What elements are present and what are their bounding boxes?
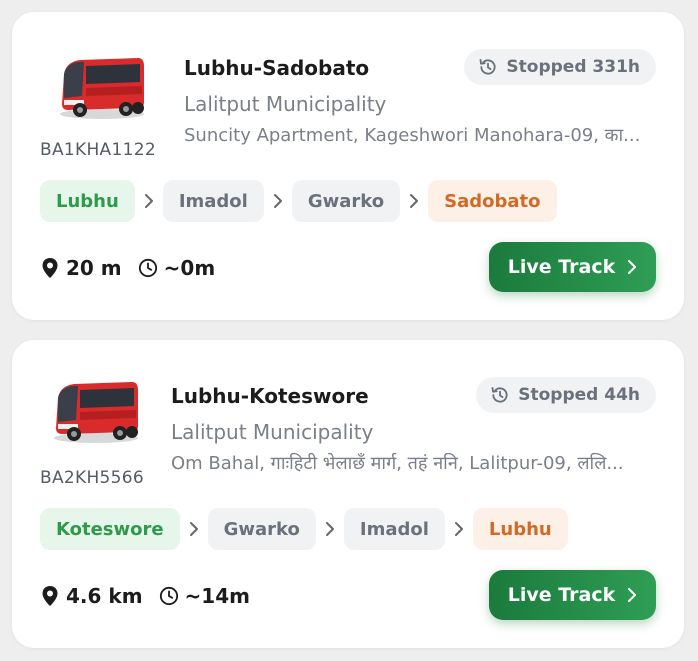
status-text: Stopped 331h [506, 57, 640, 77]
stop-list: Lubhu Imadol Gwarko Sadobato [40, 180, 557, 222]
stop-chip[interactable]: Imadol [162, 180, 264, 222]
stop-list: Koteswore Gwarko Imadol Lubhu [40, 508, 568, 550]
stop-chip-origin[interactable]: Lubhu [40, 180, 135, 222]
stop-chip-origin[interactable]: Koteswore [40, 508, 180, 550]
municipality: Lalitput Municipality [171, 420, 374, 444]
stop-chip-destination[interactable]: Lubhu [472, 508, 568, 550]
location-pin-icon [42, 258, 58, 278]
stop-chip[interactable]: Imadol [343, 508, 445, 550]
history-icon [479, 59, 496, 75]
stop-chip-destination[interactable]: Sadobato [428, 180, 557, 222]
chevron-right-icon [316, 521, 344, 537]
vehicle-number: BA2KH5566 [40, 468, 145, 488]
bus-card[interactable]: BA2KH5566 Lubhu-Koteswore Lalitput Munic… [12, 340, 684, 648]
distance-value: 20 m [66, 256, 122, 280]
live-track-button[interactable]: Live Track [489, 570, 656, 620]
distance-value: 4.6 km [66, 584, 143, 608]
vehicle-number: BA1KHA1122 [40, 140, 156, 160]
chevron-right-icon [445, 521, 473, 537]
chevron-right-icon [264, 193, 292, 209]
bus-icon [54, 52, 146, 122]
status-badge: Stopped 44h [476, 377, 656, 413]
eta-value: ~14m [184, 584, 250, 608]
eta-value: ~0m [163, 256, 216, 280]
address: Suncity Apartment, Kageshwori Manohara-0… [184, 125, 641, 146]
municipality: Lalitput Municipality [184, 92, 387, 116]
live-track-label: Live Track [507, 256, 616, 278]
bus-card[interactable]: BA1KHA1122 Lubhu-Sadobato Lalitput Munic… [12, 12, 684, 320]
status-text: Stopped 44h [518, 385, 640, 405]
history-icon [491, 387, 508, 403]
chevron-right-icon [628, 588, 637, 602]
chevron-right-icon [400, 193, 428, 209]
distance: 4.6 km [40, 584, 143, 608]
location-pin-icon [42, 586, 58, 606]
status-badge: Stopped 331h [464, 49, 656, 85]
route-name: Lubhu-Koteswore [171, 384, 369, 408]
stop-chip[interactable]: Gwarko [207, 508, 316, 550]
clock-icon [138, 258, 157, 278]
stop-chip[interactable]: Gwarko [291, 180, 401, 222]
eta: ~0m [138, 256, 216, 280]
route-name: Lubhu-Sadobato [184, 56, 370, 80]
clock-icon [159, 586, 178, 606]
address: Om Bahal, गाःहिटी भेलाछँ मार्ग, तहं ननि,… [171, 453, 624, 474]
chevron-right-icon [180, 521, 208, 537]
chevron-right-icon [628, 260, 637, 274]
live-track-button[interactable]: Live Track [489, 242, 656, 292]
distance: 20 m [40, 256, 122, 280]
bus-icon [48, 376, 140, 446]
trip-meta: 20 m ~0m [40, 256, 215, 280]
chevron-right-icon [135, 193, 163, 209]
live-track-label: Live Track [507, 584, 616, 606]
eta: ~14m [159, 584, 250, 608]
trip-meta: 4.6 km ~14m [40, 584, 250, 608]
